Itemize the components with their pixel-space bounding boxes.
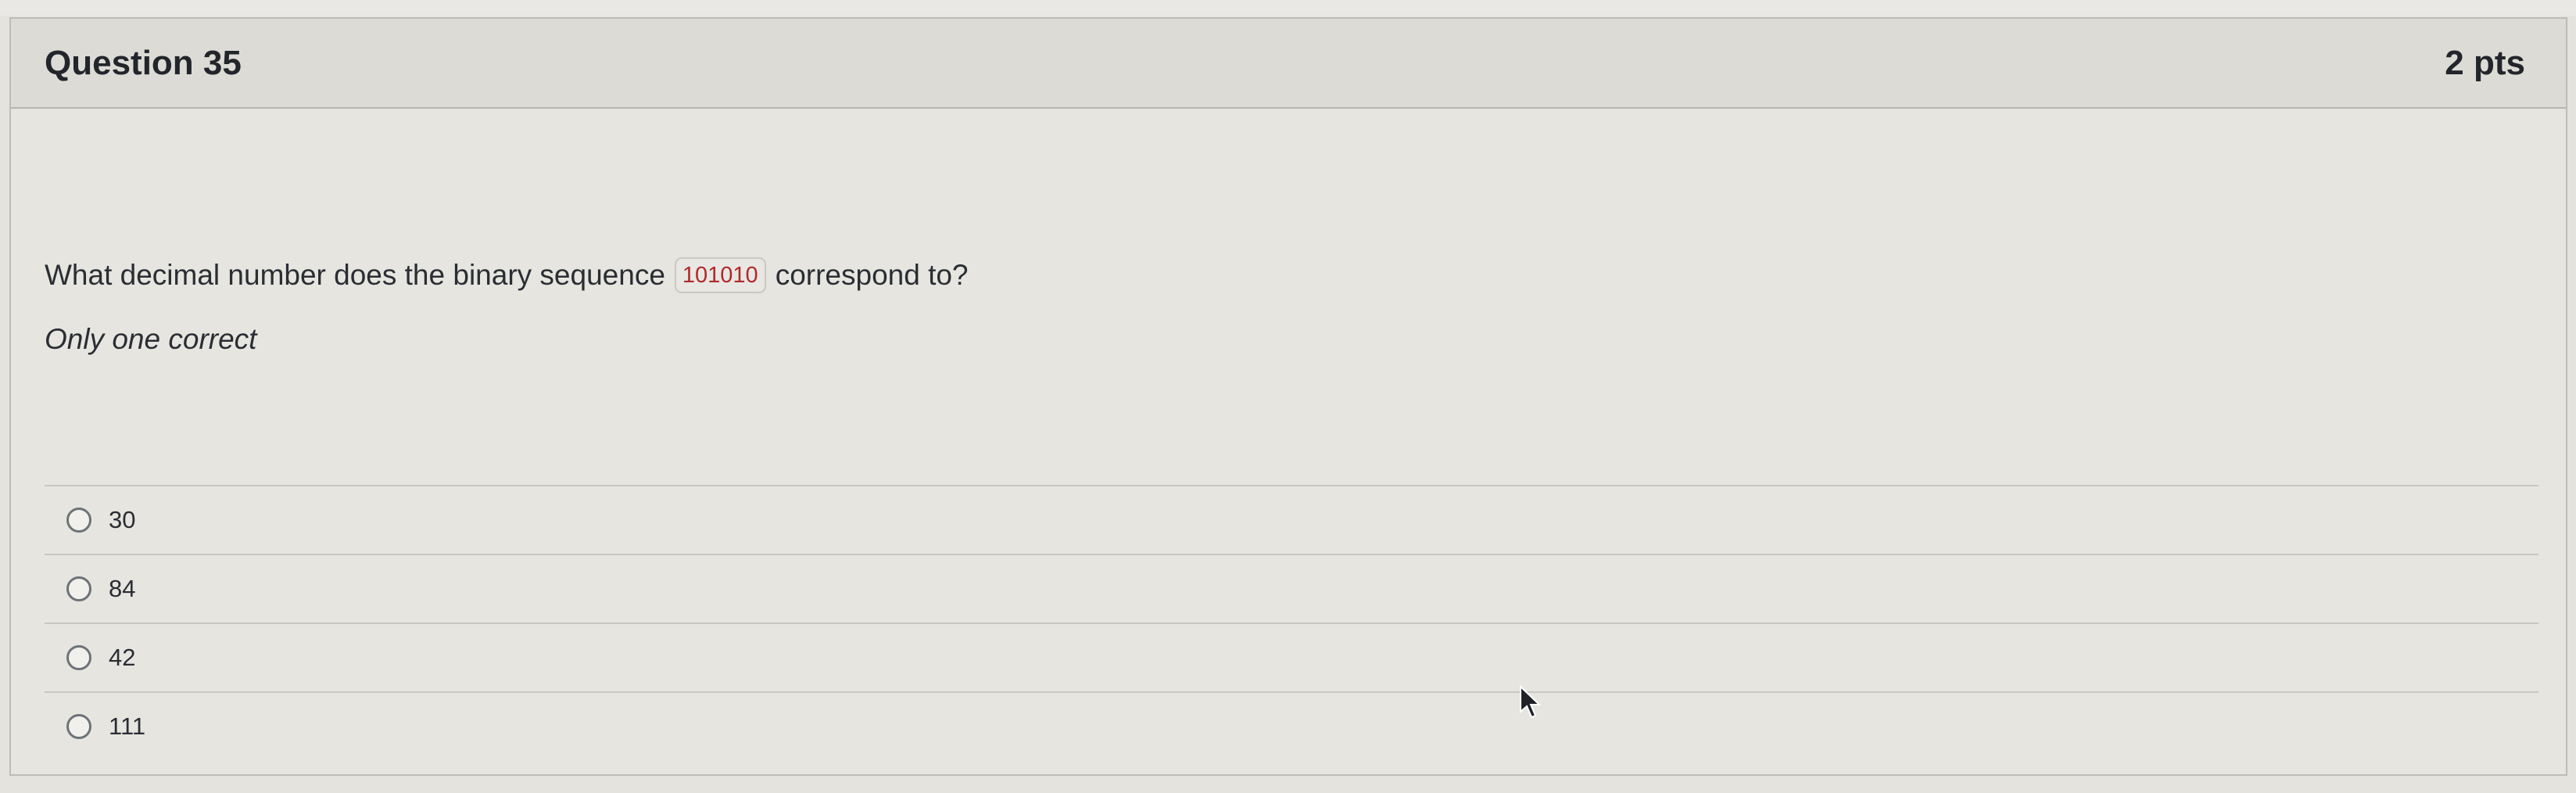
answer-label[interactable]: 42: [109, 644, 135, 672]
question-title: Question 35: [45, 44, 242, 82]
radio-button-icon[interactable]: [66, 645, 91, 670]
answer-option-42[interactable]: 42: [45, 623, 2538, 691]
page-top-strip: [0, 0, 2576, 16]
question-card: Question 35 2 pts What decimal number do…: [9, 17, 2567, 776]
question-points: 2 pts: [2445, 44, 2525, 82]
radio-button-icon[interactable]: [66, 714, 91, 739]
answer-label[interactable]: 84: [109, 575, 135, 603]
question-note: Only one correct: [45, 323, 257, 355]
answer-option-111[interactable]: 111: [45, 691, 2538, 760]
answer-list: 30 84 42 111: [45, 485, 2538, 760]
answer-label[interactable]: 111: [109, 712, 145, 741]
answer-option-30[interactable]: 30: [45, 485, 2538, 554]
mouse-pointer-icon: [1520, 685, 1542, 719]
answer-option-84[interactable]: 84: [45, 554, 2538, 623]
question-text: What decimal number does the binary sequ…: [45, 257, 969, 293]
question-text-after: correspond to?: [775, 259, 969, 291]
question-body: What decimal number does the binary sequ…: [11, 109, 2566, 774]
answer-label[interactable]: 30: [109, 506, 135, 534]
radio-button-icon[interactable]: [66, 508, 91, 533]
binary-code-chip: 101010: [674, 257, 766, 293]
question-text-before: What decimal number does the binary sequ…: [45, 259, 665, 291]
question-header: Question 35 2 pts: [11, 19, 2566, 109]
radio-button-icon[interactable]: [66, 576, 91, 601]
